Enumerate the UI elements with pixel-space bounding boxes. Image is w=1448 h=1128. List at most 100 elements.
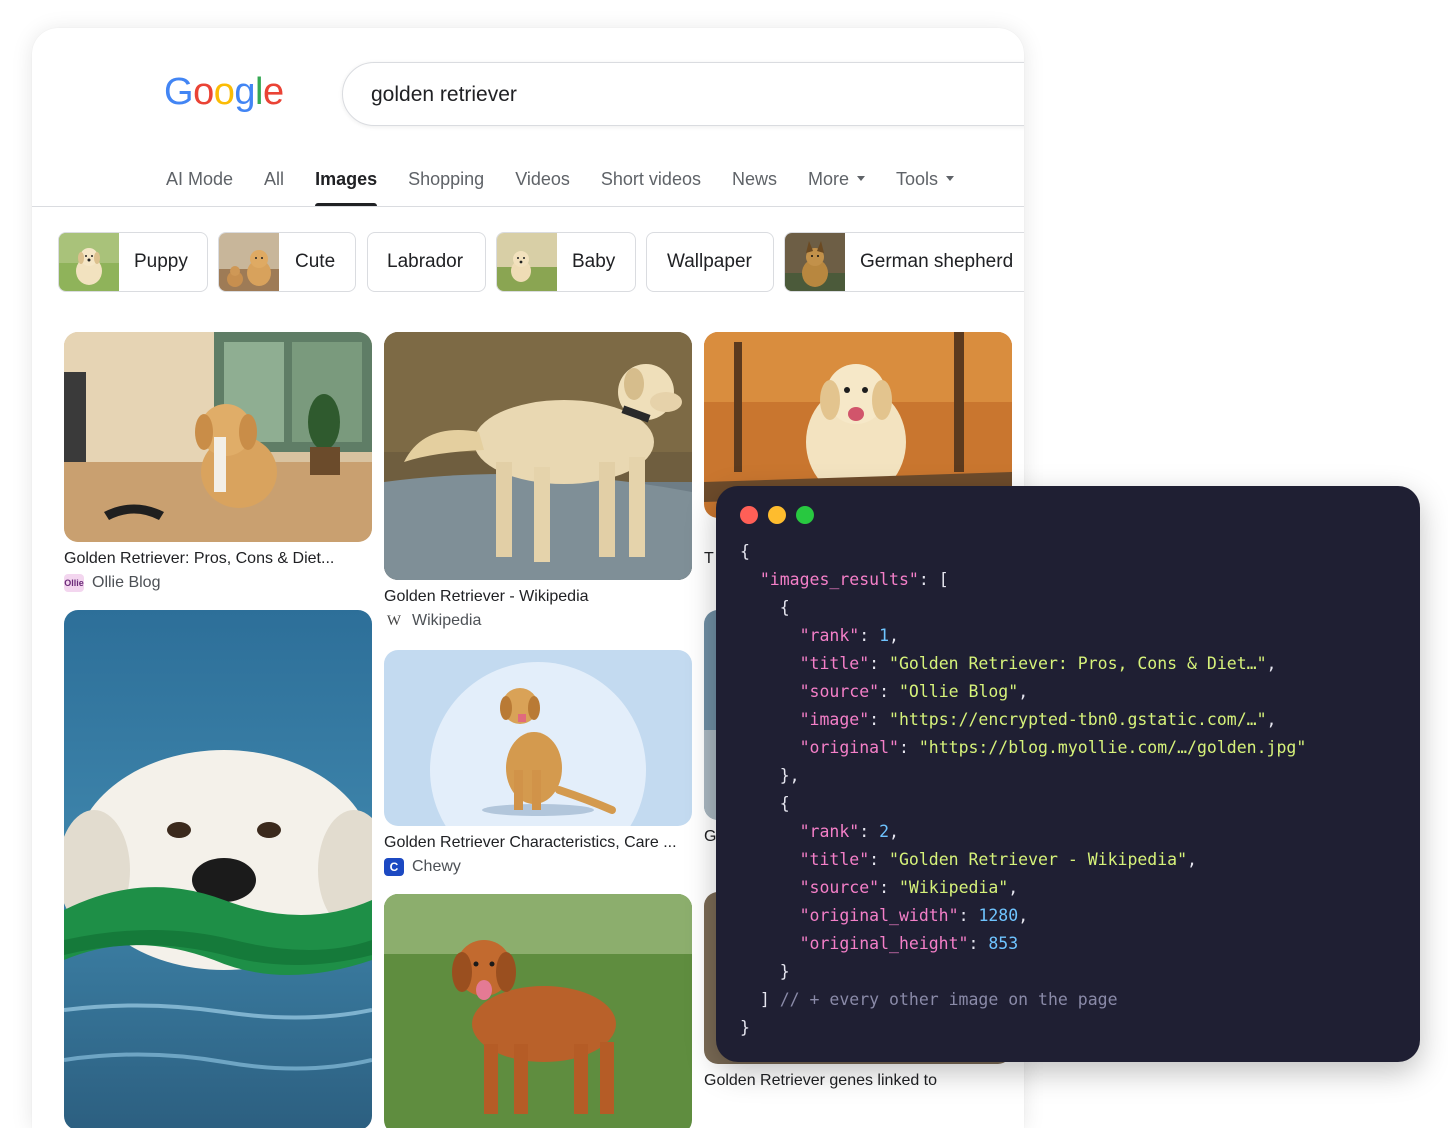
caret-down-icon <box>857 175 865 181</box>
result-title: Golden Retriever - Wikipedia <box>384 588 589 605</box>
code-token: : <box>879 682 899 701</box>
search-input[interactable] <box>369 63 973 127</box>
result-title-partial: G <box>704 828 717 845</box>
code-token: , <box>1008 878 1019 897</box>
image-result[interactable] <box>384 894 692 1128</box>
logo-letter: G <box>164 71 194 113</box>
tab-shopping[interactable]: Shopping <box>408 166 484 206</box>
code-token: ] <box>740 990 780 1009</box>
chip-wallpaper[interactable]: Wallpaper <box>646 232 774 292</box>
chip-label: German shepherd <box>860 251 1014 272</box>
search-tabs: AI Mode All Images Shopping Videos Short… <box>166 166 985 206</box>
code-token: , <box>1018 906 1029 925</box>
code-line: "source": "Wikipedia", <box>740 874 1306 902</box>
source-name: Wikipedia <box>412 612 482 630</box>
tab-images[interactable]: Images <box>315 166 378 206</box>
search-box[interactable] <box>342 62 1024 127</box>
code-token: "https://blog.myollie.com/…/golden.jpg" <box>918 738 1307 757</box>
tabs-divider <box>32 206 1024 207</box>
chip-label: Wallpaper <box>667 251 752 272</box>
code-token: : [ <box>918 570 949 589</box>
code-line: "rank": 2, <box>740 818 1306 846</box>
tab-label: Videos <box>515 169 570 189</box>
minimize-dot-icon <box>768 506 786 524</box>
tab-more[interactable]: More <box>808 166 865 206</box>
code-token: "Wikipedia" <box>898 878 1009 897</box>
chip-label: Puppy <box>134 251 188 272</box>
code-token: , <box>1187 850 1197 869</box>
code-token: } <box>740 1018 750 1037</box>
google-logo[interactable]: Google <box>164 68 284 116</box>
code-line: "images_results": [ <box>740 566 1306 594</box>
image-result[interactable]: Golden Retriever: Pros, Cons & Diet... O… <box>64 332 372 602</box>
logo-letter: o <box>193 71 214 113</box>
code-line: "original_width": 1280, <box>740 902 1306 930</box>
chip-german-shepherd[interactable]: German shepherd <box>784 232 1024 292</box>
tab-short-videos[interactable]: Short videos <box>601 166 701 206</box>
code-token: "Golden Retriever: Pros, Cons & Diet…" <box>889 654 1267 673</box>
chip-thumbnail <box>219 233 279 291</box>
tab-all[interactable]: All <box>264 166 284 206</box>
logo-letter: o <box>213 71 235 113</box>
chip-baby[interactable]: Baby <box>496 232 636 292</box>
source-name: Ollie Blog <box>92 574 161 592</box>
chip-labrador[interactable]: Labrador <box>367 232 486 292</box>
tab-label: Tools <box>896 169 939 189</box>
code-token: "rank" <box>799 822 860 841</box>
tab-label: Short videos <box>600 169 701 189</box>
code-token: : <box>859 822 880 841</box>
tab-label: Images <box>315 169 378 189</box>
image-result[interactable]: Golden Retriever - Wikipedia W Wikipedia <box>384 332 692 642</box>
chip-cute[interactable]: Cute <box>218 232 356 292</box>
image-result[interactable]: Golden Retriever Characteristics, Care .… <box>384 650 692 890</box>
logo-letter: l <box>254 71 263 113</box>
code-token: "source" <box>799 878 880 897</box>
json-code-panel: { "images_results": [ { "rank": 1, "titl… <box>716 486 1420 1062</box>
code-token: , <box>1266 710 1277 729</box>
close-dot-icon <box>740 506 758 524</box>
code-token: 1280 <box>978 906 1019 925</box>
code-token: "Golden Retriever - Wikipedia" <box>889 850 1188 869</box>
tab-ai-mode[interactable]: AI Mode <box>166 166 233 206</box>
code-token: "image" <box>799 710 870 729</box>
code-token: "original_width" <box>799 906 959 925</box>
code-token: : <box>869 710 890 729</box>
code-token: : <box>859 626 880 645</box>
image-result[interactable] <box>64 610 372 1128</box>
chip-thumbnail <box>497 233 557 291</box>
code-line: "title": "Golden Retriever: Pros, Cons &… <box>740 650 1306 678</box>
result-source[interactable]: W Wikipedia <box>384 612 481 630</box>
code-token: }, <box>740 766 800 785</box>
result-source[interactable]: Ollie Ollie Blog <box>64 574 160 592</box>
code-token: , <box>1018 682 1029 701</box>
result-source[interactable]: C Chewy <box>384 858 461 876</box>
tab-label: News <box>731 169 777 189</box>
code-token: , <box>889 822 899 841</box>
chip-thumbnail <box>785 233 845 291</box>
code-token: "title" <box>799 654 870 673</box>
code-line: { <box>740 538 1306 566</box>
chip-label: Labrador <box>387 251 464 272</box>
code-token: "title" <box>799 850 870 869</box>
code-line: } <box>740 958 1306 986</box>
code-token: 2 <box>879 822 890 841</box>
chip-puppy[interactable]: Puppy <box>58 232 208 292</box>
chip-thumbnail <box>59 233 119 291</box>
code-token: "rank" <box>799 626 860 645</box>
tab-videos[interactable]: Videos <box>515 166 570 206</box>
result-title-partial: Golden Retriever genes linked to <box>704 1072 938 1089</box>
tab-news[interactable]: News <box>732 166 777 206</box>
tab-tools[interactable]: Tools <box>896 166 955 206</box>
code-line: "original": "https://blog.myollie.com/…/… <box>740 734 1307 762</box>
wikipedia-icon: W <box>386 613 402 629</box>
code-token: { <box>740 794 790 813</box>
